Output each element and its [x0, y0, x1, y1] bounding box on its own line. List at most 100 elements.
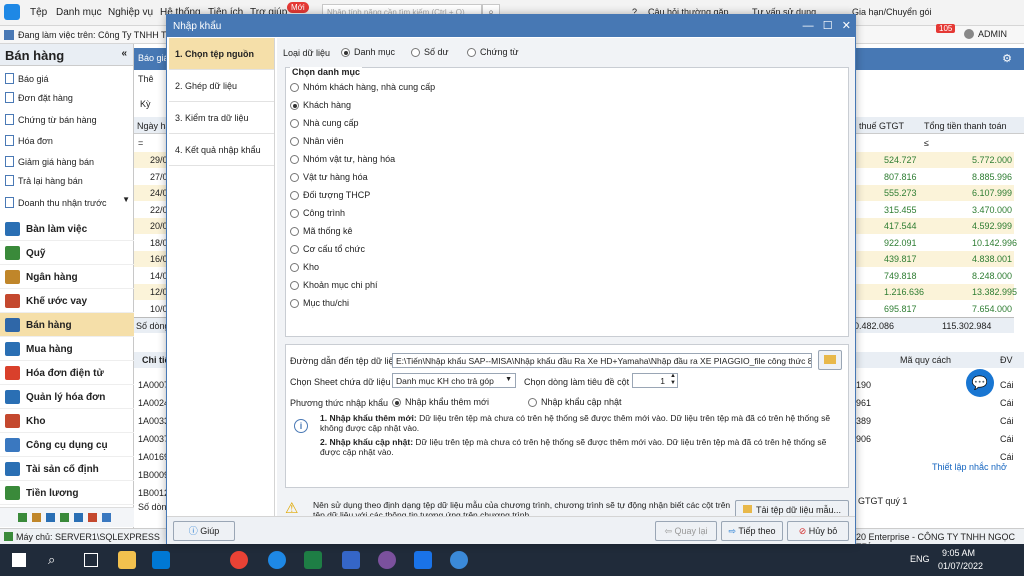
sidebar-sub-hoa-don[interactable]: Hóa đơn — [0, 130, 134, 151]
file-path-input[interactable]: E:\Tiến\Nhập khẩu SAP--MISA\Nhập khẩu đầ… — [392, 353, 812, 368]
radio-icon[interactable] — [341, 48, 350, 58]
module-quan-ly-hoa-don[interactable]: Quản lý hóa đơn — [0, 385, 134, 409]
col-ma-quy-cach[interactable]: Mã quy cách — [900, 355, 951, 365]
store-icon[interactable] — [152, 551, 170, 569]
radio-icon[interactable] — [290, 227, 299, 237]
help-button[interactable]: ⓘ Giúp — [173, 521, 235, 541]
module-mua-hang[interactable]: Mua hàng — [0, 337, 134, 361]
col-vat-header[interactable]: thuế GTGT — [859, 121, 904, 131]
file-explorer-icon[interactable] — [118, 551, 136, 569]
step-1[interactable]: 1. Chọn tệp nguồn — [169, 38, 274, 70]
radio-icon[interactable] — [528, 398, 537, 408]
renew-link[interactable]: Gia hạn/Chuyển gói — [852, 7, 932, 17]
zalo-icon[interactable] — [268, 551, 286, 569]
shortcut-icon[interactable] — [46, 513, 55, 522]
module-cong-cu[interactable]: Công cụ dụng cụ — [0, 433, 134, 457]
misa-icon[interactable] — [450, 551, 468, 569]
module-quy[interactable]: Quỹ — [0, 241, 134, 265]
sidebar-sub-don-dat-hang[interactable]: Đơn đặt hàng — [0, 87, 134, 108]
module-kho[interactable]: Kho — [0, 409, 134, 433]
col-total-header[interactable]: Tổng tiền thanh toán — [924, 121, 1007, 131]
excel-icon[interactable] — [304, 551, 322, 569]
sidebar-sub-giam-gia[interactable]: Giảm giá hàng bán — [0, 151, 134, 172]
category-option[interactable]: Nhóm khách hàng, nhà cung cấp — [290, 82, 435, 96]
settings-gear-icon[interactable]: ⚙ — [1002, 52, 1012, 65]
shortcut-icon[interactable] — [18, 513, 27, 522]
data-type-chung-tu[interactable]: Chứng từ — [467, 47, 519, 58]
filter-le[interactable]: ≤ — [924, 138, 929, 148]
radio-icon[interactable] — [290, 83, 299, 93]
module-ban-lam-viec[interactable]: Bàn làm việc — [0, 217, 134, 241]
menu-danh-muc[interactable]: Danh mục — [56, 7, 102, 18]
sidebar-sub-tra-lai[interactable]: Trả lại hàng bán — [0, 170, 134, 191]
radio-icon[interactable] — [290, 173, 299, 183]
radio-icon[interactable] — [467, 48, 476, 58]
module-ban-hang[interactable]: Bán hàng — [0, 313, 134, 337]
user-name[interactable]: ADMIN — [978, 29, 1007, 39]
reminder-link[interactable]: Thiết lập nhắc nhở — [932, 462, 1007, 472]
sidebar-sub-chung-tu[interactable]: Chứng từ bán hàng — [0, 109, 134, 130]
back-button[interactable]: ⇦ Quay lại — [655, 521, 717, 541]
scroll-down-icon[interactable]: ▼ — [122, 195, 130, 204]
step-4[interactable]: 4. Kết quả nhập khẩu — [169, 134, 274, 166]
browse-folder-button[interactable] — [818, 350, 842, 370]
shortcut-icon[interactable] — [32, 513, 41, 522]
chevron-down-icon[interactable]: ▼ — [505, 376, 512, 383]
module-khe-uoc-vay[interactable]: Khế ước vay — [0, 289, 134, 313]
category-option[interactable]: Cơ cấu tổ chức — [290, 244, 365, 258]
close-icon[interactable]: ✕ — [842, 20, 851, 32]
module-tien-luong[interactable]: Tiền lương — [0, 481, 134, 505]
category-option[interactable]: Vật tư hàng hóa — [290, 172, 368, 186]
chrome-icon[interactable] — [230, 551, 248, 569]
module-tai-san[interactable]: Tài sản cố định — [0, 457, 134, 481]
radio-icon[interactable] — [411, 48, 420, 58]
stepper-arrows-icon[interactable]: ▲ ▼ — [670, 374, 676, 387]
shortcut-icon[interactable] — [74, 513, 83, 522]
cancel-button[interactable]: ⊘ Hủy bỏ — [787, 521, 849, 541]
category-option[interactable]: Công trình — [290, 208, 345, 222]
radio-icon[interactable] — [290, 245, 299, 255]
filter-eq[interactable]: = — [138, 138, 143, 148]
shortcut-icon[interactable] — [60, 513, 69, 522]
chat-icon[interactable]: 💬 — [966, 369, 994, 397]
step-2[interactable]: 2. Ghép dữ liệu — [169, 70, 274, 102]
data-type-so-du[interactable]: Số dư — [411, 47, 449, 58]
viber-icon[interactable] — [378, 551, 396, 569]
radio-icon[interactable] — [290, 263, 299, 273]
module-hoa-don-dien-tu[interactable]: Hóa đơn điện tử — [0, 361, 134, 385]
word-icon[interactable] — [342, 551, 360, 569]
radio-icon[interactable] — [290, 137, 299, 147]
sidebar-sub-doanh-thu[interactable]: Doanh thu nhận trước ▼ — [0, 192, 134, 213]
menu-nghiep-vu[interactable]: Nghiệp vụ — [108, 7, 153, 18]
notification-badge[interactable]: 105 — [936, 24, 956, 33]
sidebar-sub-bao-gia[interactable]: Báo giá — [0, 68, 134, 89]
shortcut-icon[interactable] — [88, 513, 97, 522]
windows-start-icon[interactable] — [12, 553, 26, 567]
clock-date[interactable]: 01/07/2022 — [938, 561, 983, 571]
search-icon[interactable]: ⌕ — [48, 552, 55, 568]
menu-tep[interactable]: Tệp — [30, 7, 47, 18]
task-view-icon[interactable] — [84, 553, 98, 567]
header-row-stepper[interactable]: 1 ▲ ▼ — [632, 373, 678, 388]
tab-bao-gia[interactable]: Báo giá — [138, 53, 169, 63]
collapse-icon[interactable]: « — [121, 48, 127, 59]
sheet-select[interactable]: Danh mục KH cho trả góp ▼ — [392, 373, 516, 388]
next-button[interactable]: ⇨ Tiếp theo — [721, 521, 783, 541]
shortcut-icon[interactable] — [102, 513, 111, 522]
method-add-new[interactable]: Nhập khẩu thêm mới — [392, 397, 489, 408]
radio-icon[interactable] — [290, 155, 299, 165]
app-icon[interactable] — [414, 551, 432, 569]
category-option[interactable]: Nhóm vật tư, hàng hóa — [290, 154, 395, 168]
language-indicator[interactable]: ENG — [910, 554, 930, 564]
col-dvt[interactable]: ĐV — [1000, 355, 1013, 365]
module-ngan-hang[interactable]: Ngân hàng — [0, 265, 134, 289]
step-3[interactable]: 3. Kiểm tra dữ liệu — [169, 102, 274, 134]
category-option[interactable]: Đối tượng THCP — [290, 190, 370, 204]
radio-icon[interactable] — [392, 398, 401, 408]
radio-icon[interactable] — [290, 209, 299, 219]
category-option[interactable]: Mục thu/chi — [290, 298, 349, 312]
category-option[interactable]: Mã thống kê — [290, 226, 353, 240]
minimize-icon[interactable]: — — [803, 20, 814, 32]
category-option[interactable]: Nhà cung cấp — [290, 118, 359, 132]
radio-icon[interactable] — [290, 119, 299, 129]
